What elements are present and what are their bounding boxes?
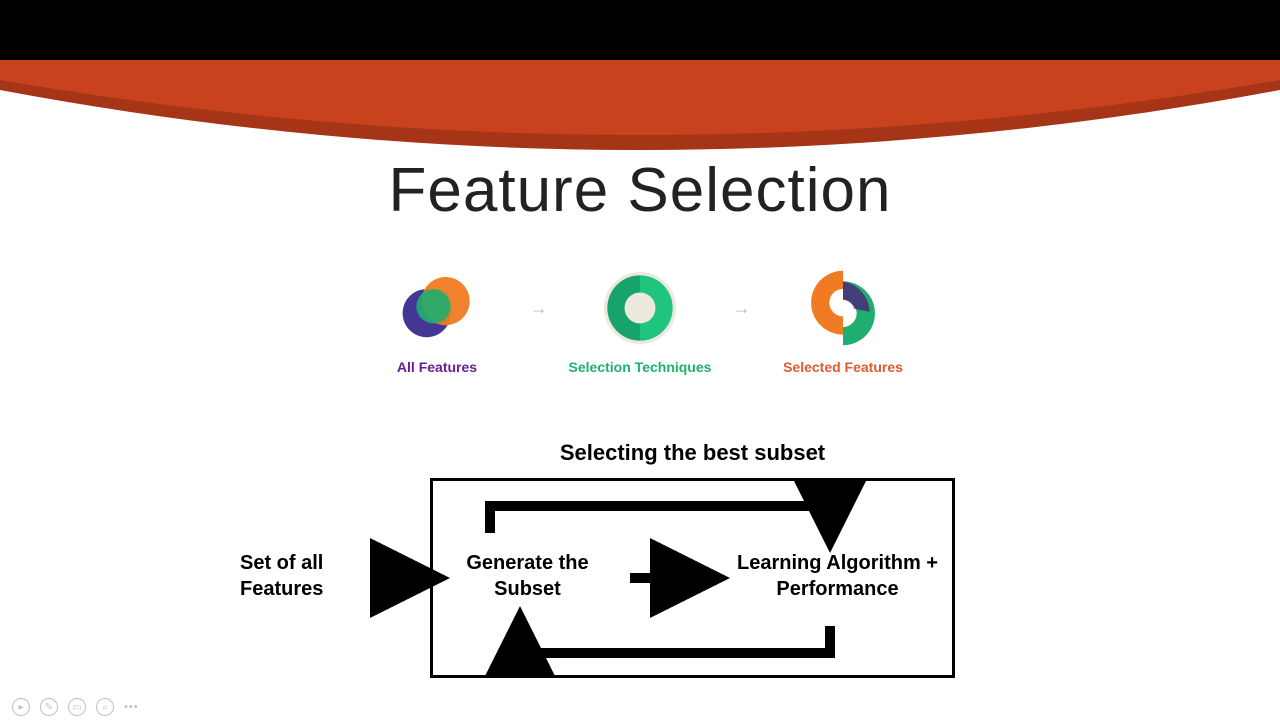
feature-icons-row: All Features → Selection Techniques → xyxy=(0,265,1280,375)
slide: Feature Selection All Features → xyxy=(0,60,1280,720)
selected-features-item: Selected Features xyxy=(771,265,916,375)
presenter-controls: ▸ ✎ ▭ ⌕ ••• xyxy=(12,698,139,716)
selection-techniques-label: Selection Techniques xyxy=(569,359,712,375)
pen-icon[interactable]: ✎ xyxy=(40,698,58,716)
arrow-icon: → xyxy=(733,298,751,319)
subtitles-icon[interactable]: ▭ xyxy=(68,698,86,716)
selection-techniques-icon xyxy=(597,265,683,351)
all-features-icon xyxy=(394,265,480,351)
diagram-title: Selecting the best subset xyxy=(430,440,955,466)
page-title: Feature Selection xyxy=(0,155,1280,226)
diagram-arrows xyxy=(240,478,955,678)
all-features-item: All Features xyxy=(365,265,510,375)
selection-techniques-item: Selection Techniques xyxy=(568,265,713,375)
play-icon[interactable]: ▸ xyxy=(12,698,30,716)
selected-features-label: Selected Features xyxy=(783,359,903,375)
all-features-label: All Features xyxy=(397,359,477,375)
more-icon[interactable]: ••• xyxy=(124,698,139,716)
zoom-icon[interactable]: ⌕ xyxy=(96,698,114,716)
selected-features-icon xyxy=(800,265,886,351)
arrow-icon: → xyxy=(530,298,548,319)
